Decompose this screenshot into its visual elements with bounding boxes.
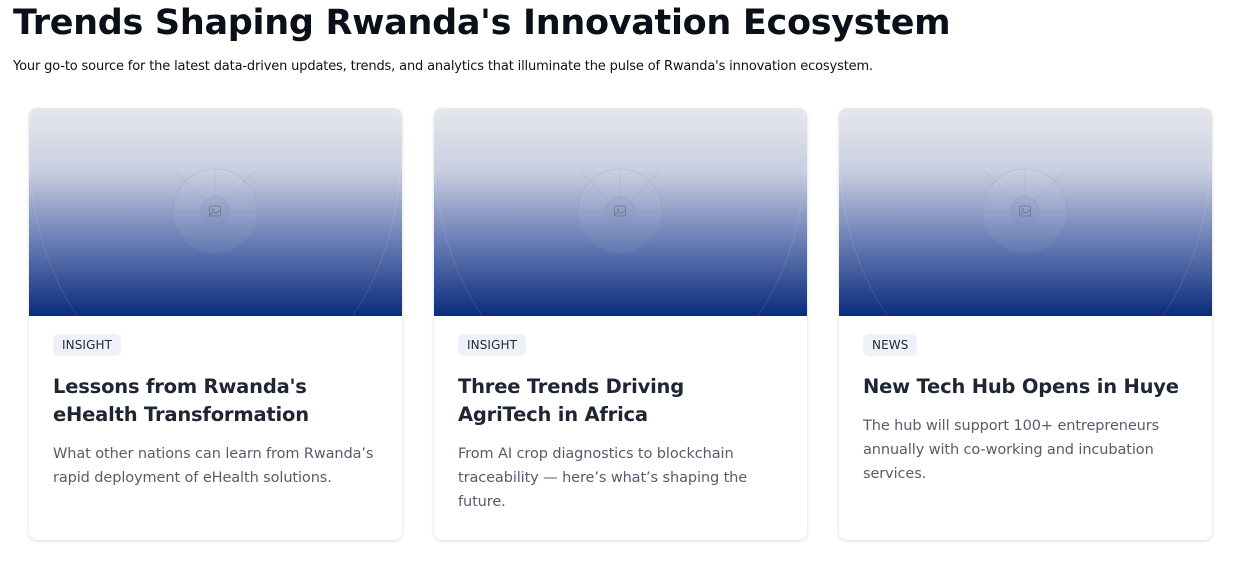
card-grid: INSIGHT Lessons from Rwanda's eHealth Tr… bbox=[29, 108, 1213, 540]
image-placeholder-graphic bbox=[839, 108, 1212, 316]
card-title[interactable]: Three Trends Driving AgriTech in Africa bbox=[458, 373, 783, 429]
image-placeholder-graphic bbox=[434, 108, 807, 316]
page-subtitle: Your go-to source for the latest data-dr… bbox=[13, 59, 873, 74]
article-card[interactable]: INSIGHT Three Trends Driving AgriTech in… bbox=[434, 108, 807, 540]
category-badge: INSIGHT bbox=[458, 334, 527, 356]
card-description: What other nations can learn from Rwanda… bbox=[53, 446, 374, 486]
card-description: From AI crop diagnostics to blockchain t… bbox=[458, 446, 748, 510]
card-title[interactable]: New Tech Hub Opens in Huye bbox=[863, 373, 1188, 401]
article-card[interactable]: NEWS New Tech Hub Opens in Huye The hub … bbox=[839, 108, 1212, 540]
card-title[interactable]: Lessons from Rwanda's eHealth Transforma… bbox=[53, 373, 378, 429]
card-image[interactable] bbox=[29, 108, 402, 316]
page: Trends Shaping Rwanda's Innovation Ecosy… bbox=[0, 0, 1238, 561]
card-image[interactable] bbox=[839, 108, 1212, 316]
category-badge: NEWS bbox=[863, 334, 918, 356]
card-image[interactable] bbox=[434, 108, 807, 316]
page-title: Trends Shaping Rwanda's Innovation Ecosy… bbox=[13, 3, 951, 43]
category-badge: INSIGHT bbox=[53, 334, 122, 356]
image-placeholder-graphic bbox=[29, 108, 402, 316]
card-description: The hub will support 100+ entrepreneurs … bbox=[863, 418, 1160, 482]
article-card[interactable]: INSIGHT Lessons from Rwanda's eHealth Tr… bbox=[29, 108, 402, 540]
